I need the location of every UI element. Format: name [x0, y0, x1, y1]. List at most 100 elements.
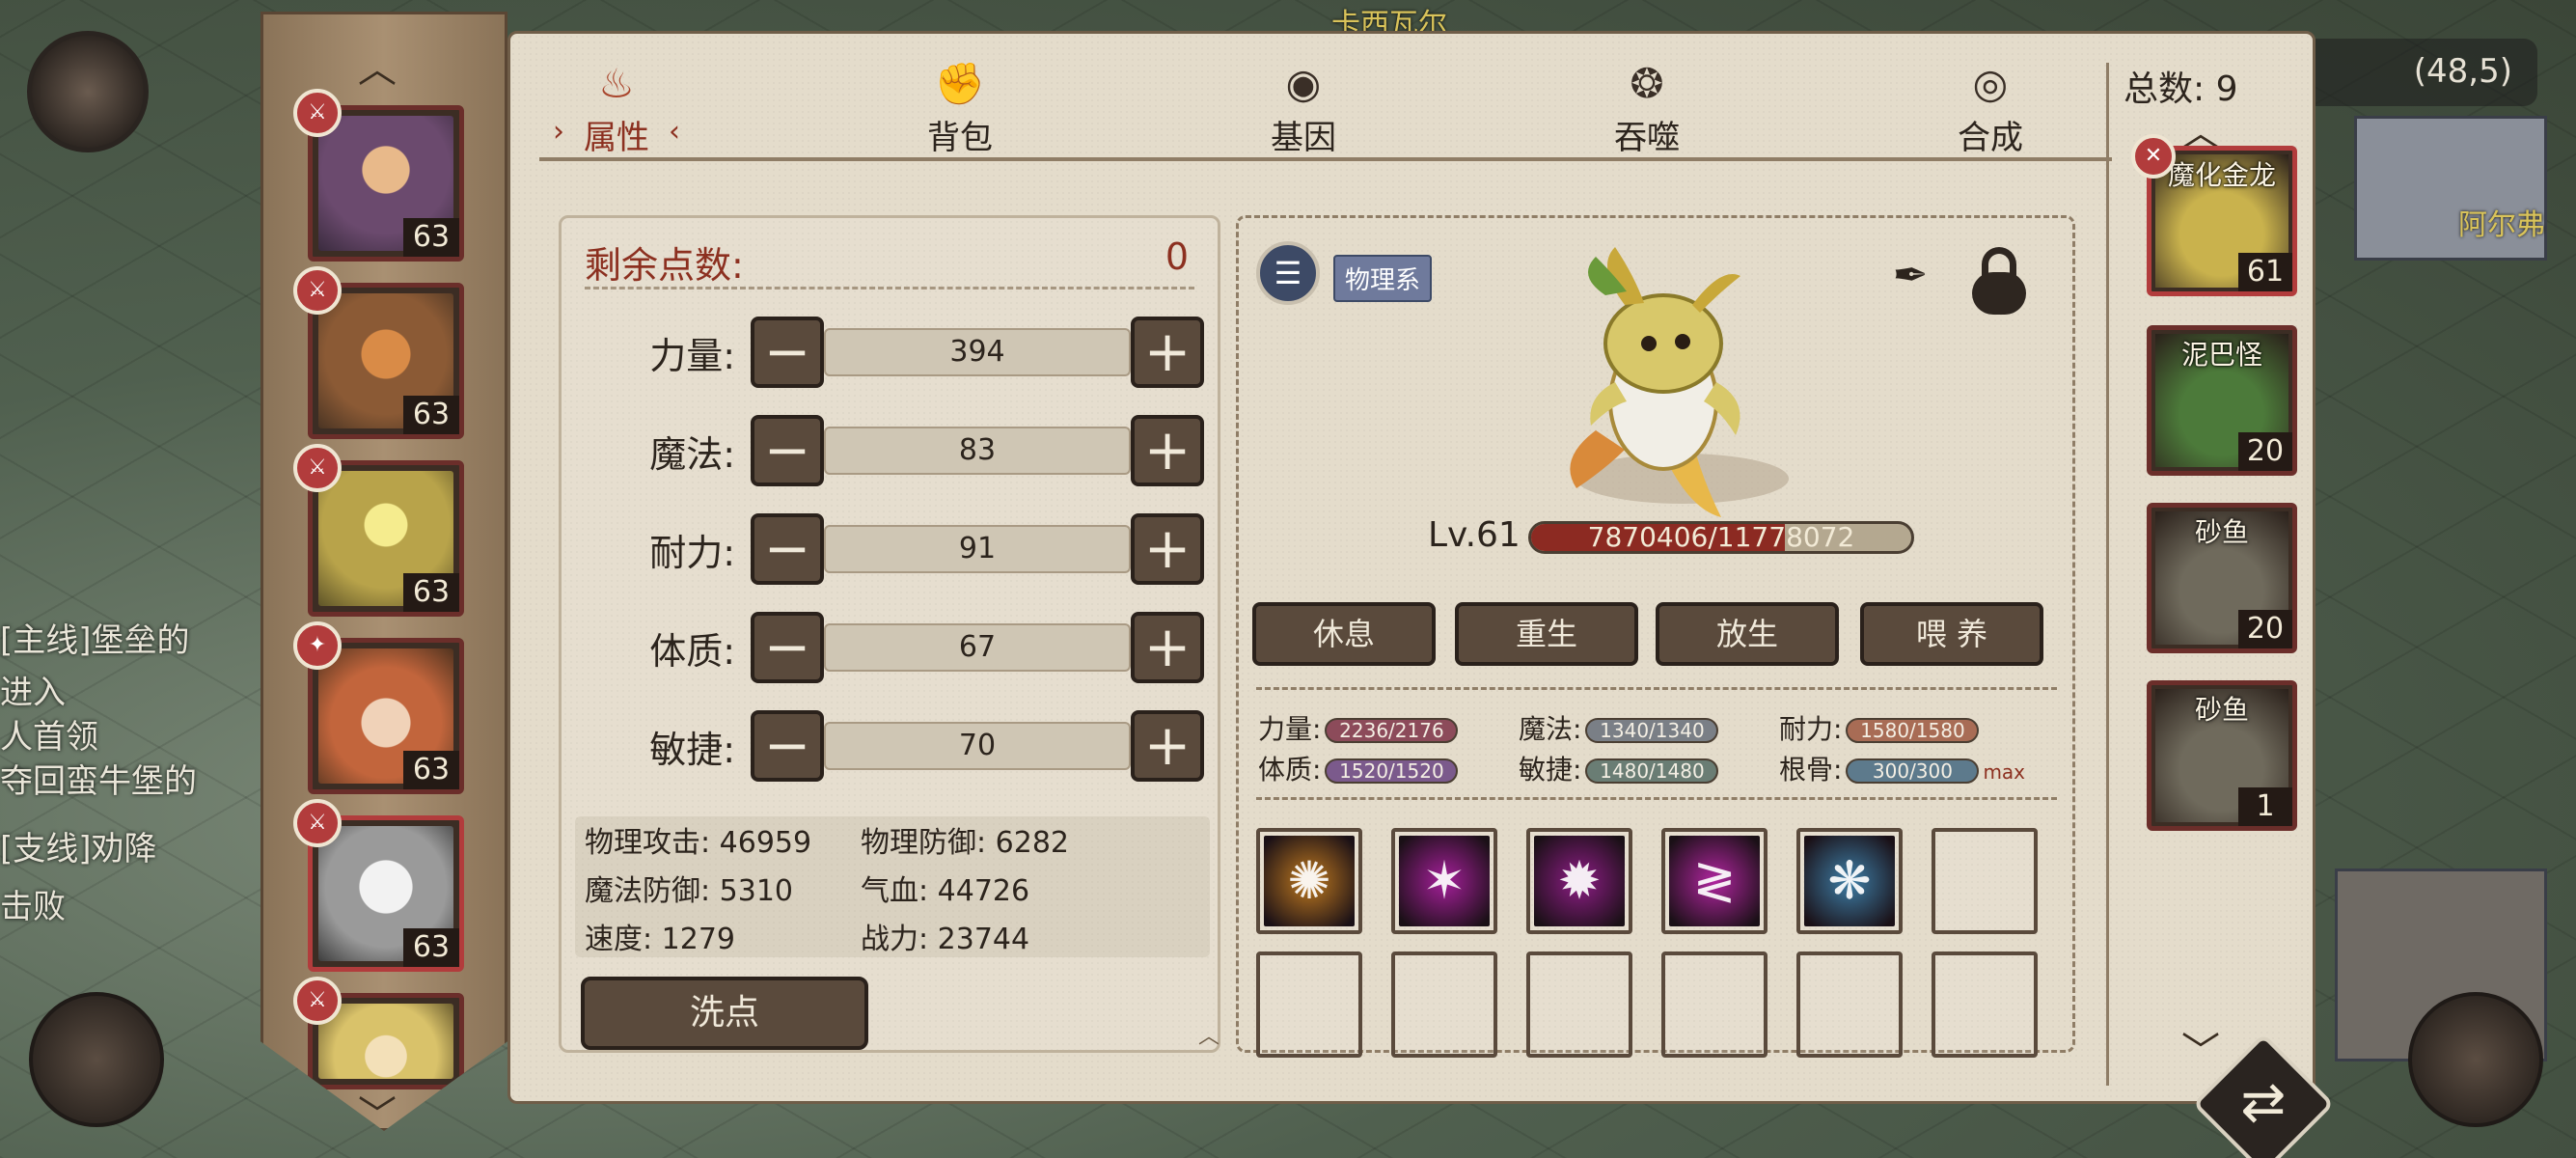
minus-button[interactable]: − — [751, 612, 824, 683]
attribute-value: 91 — [824, 525, 1131, 573]
tab-bracket-right: ‹ — [669, 115, 680, 149]
physical-defense: 物理防御: 6282 — [861, 826, 1069, 860]
empty-skill-slot[interactable] — [1526, 951, 1632, 1058]
world-action-button[interactable] — [2408, 992, 2543, 1127]
cap-value-pill: 1580/1580 — [1846, 718, 1980, 743]
attribute-value: 67 — [824, 623, 1131, 672]
empty-skill-slot[interactable] — [1932, 951, 2038, 1058]
tab-bracket-left: › — [553, 115, 564, 149]
rebirth-button[interactable]: 重生 — [1455, 602, 1638, 666]
roster-pet-card[interactable]: ⚔ — [293, 977, 464, 1089]
attribute-row-agility: 敏捷: − 70 + — [562, 704, 1223, 784]
empty-skill-slot[interactable] — [1256, 951, 1362, 1058]
world-map-button[interactable] — [29, 992, 164, 1127]
max-tag: max — [1983, 760, 2026, 784]
combat-power: 战力: 23744 — [861, 923, 1030, 956]
empty-skill-slot[interactable] — [1796, 951, 1903, 1058]
attribute-row-magic: 魔法: − 83 + — [562, 409, 1223, 488]
close-icon[interactable]: ✕ — [2131, 134, 2176, 179]
quest-main-line: 夺回蛮牛堡的 — [0, 762, 197, 801]
roster-pet-card[interactable]: ⚔ 63 — [293, 89, 464, 262]
rest-button[interactable]: 休息 — [1252, 602, 1436, 666]
purple-burst-icon: ✹ — [1557, 850, 1602, 911]
gene-icon: ◉ — [1285, 60, 1322, 107]
cap-label: 体质: — [1258, 754, 1322, 786]
pet-level: 63 — [403, 751, 459, 789]
minus-button[interactable]: − — [751, 710, 824, 782]
pet-level: 1 — [2238, 787, 2292, 826]
pet-level: 63 — [403, 218, 459, 257]
pet-level: 20 — [2238, 610, 2292, 648]
rename-feather-icon[interactable]: ✒ — [1883, 251, 1937, 305]
skill-slot[interactable]: ✶ — [1391, 828, 1497, 934]
pet-attribute-panel: › ♨ 属性 ‹ ✊ 背包 ◉ 基因 ❂ 吞噬 ◎ 合成 剩余点数: 0 力量: — [507, 31, 2316, 1104]
staff-icon: ✦ — [293, 621, 342, 670]
tab-bag[interactable]: ✊ 背包 — [883, 53, 1037, 169]
skill-slot[interactable]: ✹ — [1526, 828, 1632, 934]
tab-gene[interactable]: ◉ 基因 — [1226, 53, 1381, 169]
plus-button[interactable]: + — [1131, 317, 1204, 388]
cap-value-pill: 2236/2176 — [1325, 718, 1459, 743]
sword-icon: ⚔ — [293, 444, 342, 492]
pet-name: 泥巴怪 — [2180, 339, 2262, 371]
tab-synthesis[interactable]: ◎ 合成 — [1913, 53, 2068, 169]
rail-pet-card[interactable]: 砂鱼 20 — [2147, 503, 2297, 653]
player-avatar[interactable] — [27, 31, 149, 152]
cap-label: 敏捷: — [1519, 754, 1582, 786]
plus-button[interactable]: + — [1131, 710, 1204, 782]
roster-pet-card[interactable]: ⚔ 63 — [293, 444, 464, 617]
minus-button[interactable]: − — [751, 415, 824, 486]
swap-arrows-icon: ⇄ — [2240, 1071, 2287, 1134]
attribute-row-strength: 力量: − 394 + — [562, 311, 1223, 390]
release-button[interactable]: 放生 — [1656, 602, 1839, 666]
roster-pet-card[interactable]: ⚔ 63 — [293, 799, 464, 972]
attribute-row-constitution: 体质: − 67 + — [562, 606, 1223, 685]
plus-button[interactable]: + — [1131, 513, 1204, 585]
sword-icon: ⚔ — [293, 977, 342, 1025]
cap-magic: 魔法: 1340/1340 — [1519, 708, 1719, 747]
plus-button[interactable]: + — [1131, 612, 1204, 683]
golden-dragon-pet-sprite — [1570, 247, 1789, 517]
empty-skill-slot[interactable] — [1932, 828, 2038, 934]
feed-button[interactable]: 喂 养 — [1860, 602, 2043, 666]
cap-value-pill: 1340/1340 — [1585, 718, 1719, 743]
list-icon[interactable]: ☰ — [1256, 241, 1320, 305]
roster-pet-card[interactable]: ✦ 63 — [293, 621, 464, 794]
cap-strength: 力量: 2236/2176 — [1258, 708, 1459, 747]
cap-aptitude: 根骨: 300/300 max — [1779, 749, 2025, 787]
magic-defense: 魔法防御: 5310 — [585, 874, 793, 908]
divider — [1256, 687, 2057, 690]
skill-slot[interactable]: ✺ — [1256, 828, 1362, 934]
rail-pet-card[interactable]: 砂鱼 1 — [2147, 680, 2297, 831]
lock-icon[interactable] — [1968, 247, 2030, 317]
sword-icon: ⚔ — [293, 799, 342, 847]
attribute-allocation-box: 剩余点数: 0 力量: − 394 + 魔法: − 83 + 耐力: − 91 … — [559, 215, 1220, 1053]
skill-slot[interactable]: ≷ — [1661, 828, 1768, 934]
minus-button[interactable]: − — [751, 317, 824, 388]
pet-list-rail: 总数: 9 ︿ 魔化金龙 61 ✕ 泥巴怪 20 砂鱼 20 砂鱼 1 ﹀ — [2093, 34, 2318, 1107]
minus-button[interactable]: − — [751, 513, 824, 585]
cap-label: 耐力: — [1779, 713, 1843, 745]
tab-attributes[interactable]: › ♨ 属性 ‹ — [539, 53, 694, 169]
quest-main-title[interactable]: [主线]堡垒的 — [0, 614, 270, 661]
derived-stats: 物理攻击: 46959 物理防御: 6282 魔法防御: 5310 气血: 44… — [575, 816, 1210, 957]
quest-branch-title[interactable]: [支线]劝降 — [0, 822, 270, 869]
pet-hp-bar: 7870406/11778072 — [1528, 521, 1914, 554]
attribute-name: 力量: — [649, 335, 735, 377]
rail-down-arrow-icon[interactable]: ﹀ — [2181, 1020, 2220, 1076]
empty-skill-slot[interactable] — [1661, 951, 1768, 1058]
roster-pet-card[interactable]: ⚔ 63 — [293, 266, 464, 439]
plus-button[interactable]: + — [1131, 415, 1204, 486]
reset-points-button[interactable]: 洗点 — [581, 977, 868, 1050]
rail-divider — [2106, 63, 2109, 1086]
cap-label: 魔法: — [1519, 713, 1582, 745]
rail-pet-card[interactable]: 泥巴怪 20 — [2147, 325, 2297, 476]
physical-attack: 物理攻击: 46959 — [585, 826, 812, 860]
empty-skill-slot[interactable] — [1391, 951, 1497, 1058]
npc-name-label: 阿尔弗 — [2458, 208, 2545, 242]
skill-slot[interactable]: ❋ — [1796, 828, 1903, 934]
cap-constitution: 体质: 1520/1520 — [1258, 749, 1459, 787]
attribute-value: 83 — [824, 427, 1131, 475]
roster-up-arrow-icon[interactable]: ︿ — [358, 38, 397, 94]
tab-devour[interactable]: ❂ 吞噬 — [1570, 53, 1724, 169]
